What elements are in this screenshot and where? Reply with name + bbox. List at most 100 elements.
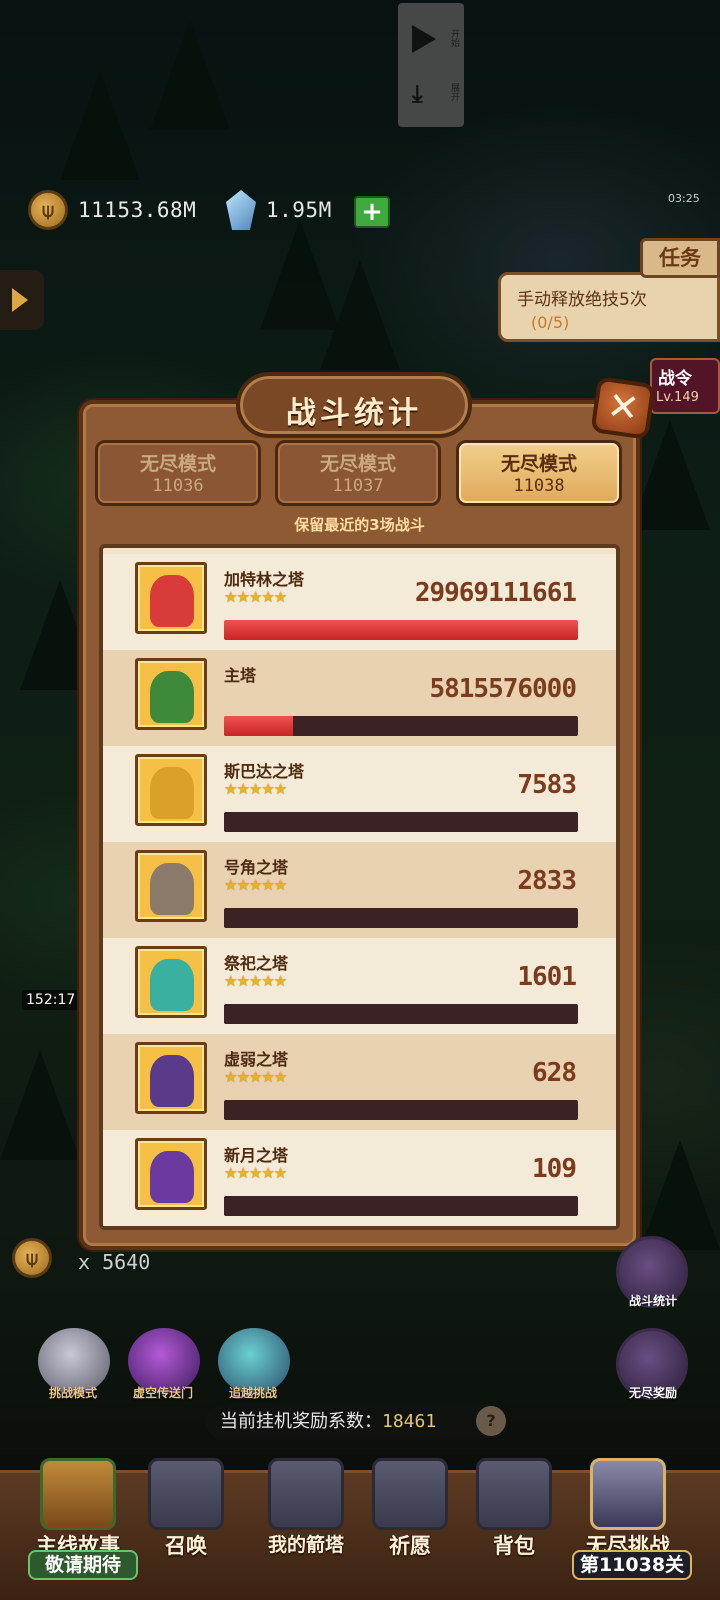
tower-row: 主塔 5815576000 bbox=[103, 650, 616, 746]
damage-bar-fill bbox=[224, 620, 578, 640]
battle-pass-title: 战令 bbox=[658, 369, 692, 389]
endless-level-badge: 第11038关 bbox=[572, 1550, 692, 1580]
star-icon bbox=[372, 1458, 448, 1530]
tower-name: 加特林之塔 bbox=[224, 570, 305, 589]
tower-coin-count: x 5640 bbox=[78, 1250, 151, 1274]
tower-damage: 5815576000 bbox=[429, 674, 577, 704]
tower-damage: 2833 bbox=[517, 866, 577, 896]
tower-damage: 1601 bbox=[517, 962, 577, 992]
nav-my-towers[interactable]: 我的箭塔 bbox=[258, 1450, 354, 1562]
battle-pass-level: Lv.149 bbox=[656, 390, 699, 405]
challenge-mode-label: 挑战模式 bbox=[48, 1386, 97, 1400]
gold-amount: 11153.68M bbox=[78, 198, 197, 222]
quest-card[interactable]: 手动释放绝技5次 (0/5) bbox=[498, 272, 720, 342]
gem-icon bbox=[226, 190, 256, 230]
nav-label: 我的箭塔 bbox=[267, 1534, 344, 1556]
idle-reward-coefficient: 当前挂机奖励系数：18461 bbox=[206, 1404, 506, 1440]
collapse-icon[interactable]: ⤓ bbox=[412, 81, 438, 107]
damage-bar bbox=[224, 1004, 578, 1024]
close-icon: ✕ bbox=[604, 383, 642, 432]
nav-endless-challenge[interactable]: 无尽挑战 bbox=[580, 1450, 676, 1562]
star-rating-icon: ★★★★★ bbox=[224, 780, 287, 798]
tower-name: 主塔 bbox=[224, 666, 257, 685]
backpack-icon bbox=[476, 1458, 552, 1530]
gem-currency: 1.95M bbox=[226, 190, 332, 230]
star-rating-icon: ★★★★★ bbox=[224, 1164, 287, 1182]
play-icon[interactable] bbox=[412, 25, 436, 53]
damage-bar bbox=[224, 716, 578, 736]
nav-label: 召唤 bbox=[165, 1534, 207, 1558]
gold-currency: ⍦ 11153.68M bbox=[28, 190, 197, 230]
video-control-panel: 开始 ⤓ 展开 bbox=[398, 3, 464, 127]
scroll-icon bbox=[148, 1458, 224, 1530]
void-portal-label: 虚空传送门 bbox=[132, 1386, 193, 1400]
damage-bar bbox=[224, 620, 578, 640]
storybook-icon bbox=[40, 1458, 116, 1530]
tab-mode-number: 11036 bbox=[152, 476, 204, 496]
tower-coin-icon: ⍦ bbox=[12, 1238, 52, 1278]
tower-name: 新月之塔 bbox=[224, 1146, 289, 1165]
tower-row: 加特林之塔 ★★★★★ 29969111661 bbox=[103, 554, 616, 650]
tower-portrait bbox=[135, 850, 207, 922]
tower-name: 祭祀之塔 bbox=[224, 954, 289, 973]
tab-mode-number: 11038 bbox=[513, 476, 565, 496]
damage-bar bbox=[224, 908, 578, 928]
story-badge: 敬请期待 bbox=[28, 1550, 138, 1580]
tab-endless-2[interactable]: 无尽模式 11037 bbox=[275, 440, 441, 506]
tower-portrait bbox=[135, 658, 207, 730]
battle-pass-button[interactable]: 战令 Lv.149 bbox=[650, 358, 720, 414]
modal-title: 战斗统计 bbox=[286, 396, 422, 431]
tab-mode-name: 无尽模式 bbox=[319, 453, 396, 475]
quest-tab[interactable]: 任务 bbox=[640, 238, 720, 278]
tower-damage: 29969111661 bbox=[414, 578, 577, 608]
gold-coin-icon: ⍦ bbox=[28, 190, 68, 230]
gem-amount: 1.95M bbox=[266, 198, 332, 222]
help-icon[interactable]: ? bbox=[476, 1406, 506, 1436]
star-rating-icon: ★★★★★ bbox=[224, 1068, 287, 1086]
keep-recent-note: 保留最近的3场战斗 bbox=[294, 516, 425, 534]
tower-row: 号角之塔 ★★★★★ 2833 bbox=[103, 842, 616, 938]
tower-portrait bbox=[135, 1138, 207, 1210]
nav-backpack[interactable]: 背包 bbox=[466, 1450, 562, 1562]
tower-portrait bbox=[135, 562, 207, 634]
winged-sword-icon bbox=[590, 1458, 666, 1530]
damage-bar-fill bbox=[224, 716, 293, 736]
play-label: 开始 bbox=[449, 29, 459, 47]
nav-wish[interactable]: 祈愿 bbox=[362, 1450, 458, 1562]
tower-damage: 109 bbox=[532, 1154, 577, 1184]
tower-damage: 628 bbox=[532, 1058, 577, 1088]
tower-portrait bbox=[135, 946, 207, 1018]
expand-left-arrow-icon[interactable] bbox=[0, 270, 44, 330]
tower-portrait bbox=[135, 754, 207, 826]
tower-damage: 7583 bbox=[517, 770, 577, 800]
damage-bar bbox=[224, 812, 578, 832]
surpass-challenge-label: 追越挑战 bbox=[228, 1386, 277, 1400]
close-button[interactable]: ✕ bbox=[590, 376, 656, 440]
endless-reward-label: 无尽奖励 bbox=[628, 1386, 677, 1400]
reward-coef-label: 当前挂机奖励系数： bbox=[220, 1411, 382, 1432]
hero-timer: 152:17 bbox=[22, 990, 80, 1010]
nav-summon[interactable]: 召唤 bbox=[138, 1450, 234, 1562]
tab-endless-1[interactable]: 无尽模式 11036 bbox=[95, 440, 261, 506]
tower-name: 斯巴达之塔 bbox=[224, 762, 305, 781]
nav-main-story[interactable]: 主线故事 bbox=[30, 1450, 126, 1562]
reward-coef-value: 18461 bbox=[382, 1411, 437, 1432]
quest-text: 手动释放绝技5次 bbox=[517, 290, 647, 310]
tower-name: 虚弱之塔 bbox=[224, 1050, 289, 1069]
star-rating-icon: ★★★★★ bbox=[224, 972, 287, 990]
event-timer: 03:25 bbox=[668, 192, 700, 205]
tab-mode-name: 无尽模式 bbox=[139, 453, 216, 475]
quest-progress: (0/5) bbox=[531, 313, 570, 332]
tab-endless-3[interactable]: 无尽模式 11038 bbox=[456, 440, 622, 506]
tower-row: 祭祀之塔 ★★★★★ 1601 bbox=[103, 938, 616, 1034]
battle-stats-label: 战斗统计 bbox=[628, 1294, 677, 1308]
collapse-label: 展开 bbox=[449, 83, 459, 101]
tower-row: 斯巴达之塔 ★★★★★ 7583 bbox=[103, 746, 616, 842]
add-gems-button[interactable]: + bbox=[354, 196, 390, 228]
star-rating-icon: ★★★★★ bbox=[224, 876, 287, 894]
modal-title-plate: 战斗统计 bbox=[236, 372, 472, 438]
nav-label: 背包 bbox=[493, 1534, 535, 1558]
star-rating-icon: ★★★★★ bbox=[224, 588, 287, 606]
tab-mode-name: 无尽模式 bbox=[500, 453, 577, 475]
nav-label: 祈愿 bbox=[389, 1534, 431, 1558]
